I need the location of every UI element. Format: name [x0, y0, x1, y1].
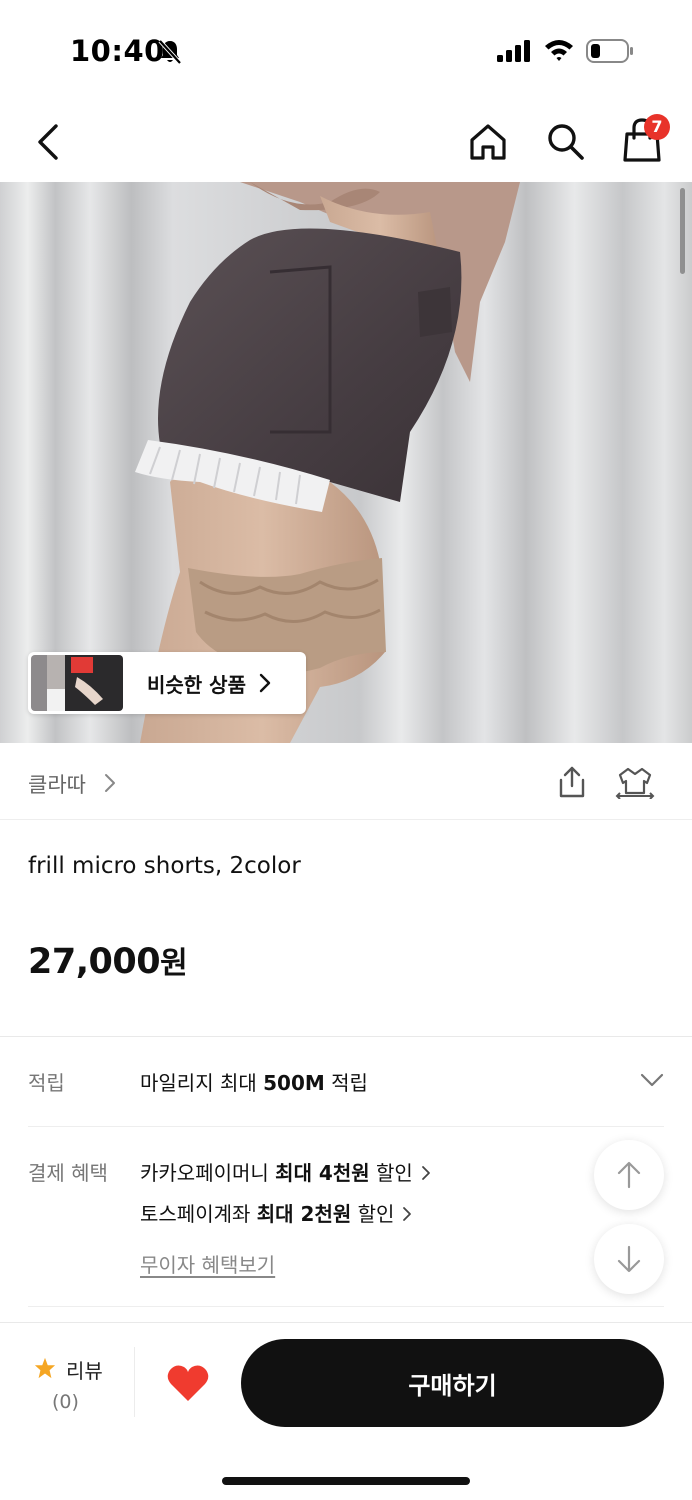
installment-benefit-link[interactable]: 무이자 혜택보기: [140, 1249, 275, 1278]
back-icon[interactable]: [30, 122, 64, 162]
buy-button[interactable]: 구매하기: [241, 1339, 664, 1427]
arrow-up-icon: [617, 1161, 641, 1189]
review-label: 리뷰: [66, 1359, 103, 1383]
chevron-right-icon: [259, 673, 271, 693]
product-price: 27,000원: [28, 938, 188, 982]
bell-off-icon: [158, 39, 182, 65]
bottom-divider: [134, 1347, 135, 1417]
signal-icon: [497, 40, 530, 62]
product-title: frill micro shorts, 2color: [28, 853, 301, 879]
top-nav: [0, 100, 692, 182]
payment-benefit-label: 결제 혜택: [28, 1161, 108, 1185]
row-divider: [28, 1306, 664, 1307]
bottom-action-bar: 리뷰 (0) 구매하기: [0, 1322, 692, 1500]
brand-link[interactable]: 클라따: [28, 769, 86, 799]
price-unit: 원: [160, 946, 188, 981]
row-divider: [28, 1126, 664, 1127]
mileage-text: 마일리지 최대 500M 적립: [140, 1071, 368, 1095]
mileage-label: 적립: [28, 1071, 65, 1095]
battery-icon: [586, 39, 633, 63]
toss-benefit-link[interactable]: 토스페이계좌 최대 2천원 할인: [140, 1198, 412, 1227]
heart-icon[interactable]: [166, 1363, 210, 1403]
chevron-right-icon: [105, 774, 115, 792]
price-value: 27,000: [28, 942, 161, 982]
chevron-right-icon: [403, 1207, 412, 1221]
fit-icon[interactable]: [614, 765, 656, 799]
review-button[interactable]: 리뷰 (0): [30, 1353, 120, 1419]
scroll-bottom-button[interactable]: [594, 1224, 664, 1294]
chevron-down-icon[interactable]: [640, 1072, 664, 1088]
arrow-down-icon: [617, 1245, 641, 1273]
similar-products-button[interactable]: 비슷한 상품: [28, 652, 306, 714]
similar-products-thumbnail: [31, 655, 123, 711]
review-count: (0): [52, 1391, 79, 1413]
chevron-right-icon: [421, 1166, 430, 1180]
section-divider: [0, 1036, 692, 1037]
scroll-top-button[interactable]: [594, 1140, 664, 1210]
status-bar: 10:40: [0, 0, 692, 100]
share-icon[interactable]: [555, 765, 589, 799]
kakao-benefit-link[interactable]: 카카오페이머니 최대 4천원 할인: [140, 1157, 431, 1186]
similar-products-label: 비슷한 상품: [147, 672, 246, 697]
status-time: 10:40: [70, 34, 165, 68]
home-indicator: [222, 1477, 470, 1485]
home-icon[interactable]: [466, 120, 510, 164]
brand-row: 클라따: [0, 743, 692, 820]
search-icon[interactable]: [544, 120, 586, 162]
image-scroll-indicator: [680, 188, 685, 274]
star-icon: [34, 1357, 56, 1379]
cart-count-badge: 7: [644, 114, 670, 140]
wifi-icon: [545, 40, 573, 61]
